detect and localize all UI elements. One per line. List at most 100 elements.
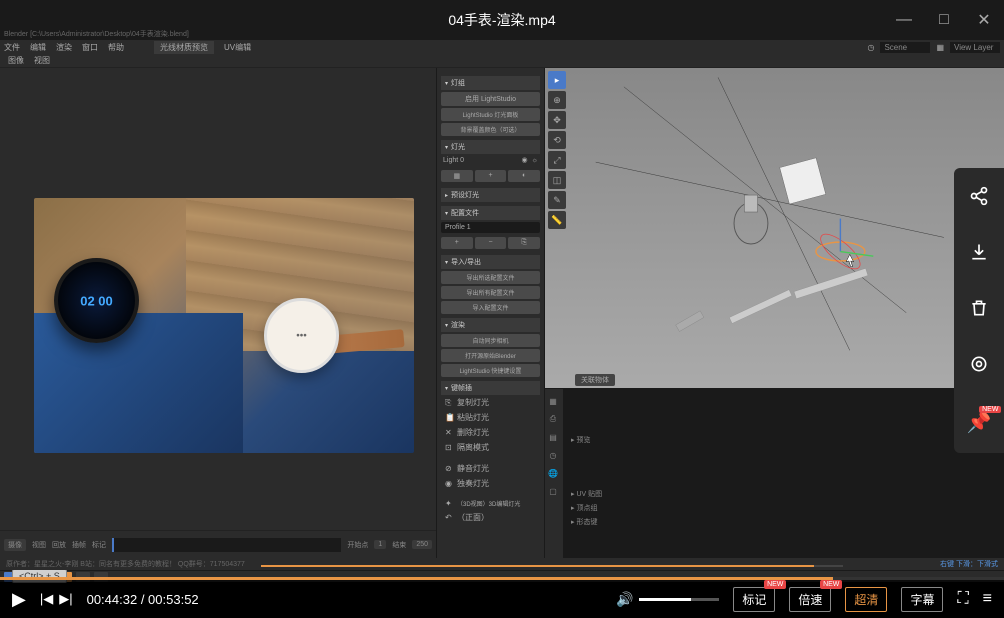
btn-prof-a[interactable]: + — [441, 237, 473, 249]
btn-open-blender[interactable]: 打开源原始Blender — [441, 349, 540, 362]
next-button[interactable]: ▶| — [59, 591, 72, 607]
btn-import[interactable]: 导入配置文件 — [441, 301, 540, 314]
menu-render[interactable]: 渲染 — [56, 42, 72, 53]
op-mute[interactable]: ⊘静音灯光 — [441, 461, 540, 476]
btn-export-all[interactable]: 导出所有配置文件 — [441, 286, 540, 299]
op-solo[interactable]: ◉独奏灯光 — [441, 476, 540, 491]
delete-button[interactable] — [969, 298, 989, 324]
btn-use-lightstudio[interactable]: 启用 LightStudio — [441, 92, 540, 106]
window-title: 04手表-渲染.mp4 — [448, 10, 555, 30]
submenu-image[interactable]: 图像 — [8, 55, 24, 66]
scene-field[interactable] — [880, 42, 930, 53]
timeline-keying[interactable]: 插帧 — [72, 540, 86, 550]
section-config[interactable]: 配置文件 — [441, 206, 540, 220]
menu-file[interactable]: 文件 — [4, 42, 20, 53]
btn-light-a[interactable]: ▦ — [441, 170, 473, 182]
fullscreen-button[interactable]: ⛶ — [957, 590, 968, 608]
timeline-ruler[interactable] — [112, 538, 341, 552]
op-isolate[interactable]: ⊡隔离模式 — [441, 440, 540, 455]
3d-viewport[interactable]: ▸ ⊕ ✥ ⟲ ⤢ ◫ ✎ 📏 — [545, 68, 1004, 388]
section-preset[interactable]: 预设灯光 — [441, 188, 540, 202]
render-output-image — [34, 198, 414, 453]
section-ops[interactable]: 键帧插 — [441, 381, 540, 395]
submenu-view[interactable]: 视图 — [34, 55, 50, 66]
frame-start[interactable]: 1 — [374, 540, 386, 549]
time-display: 00:44:32 / 00:53:52 — [87, 592, 199, 607]
settings-button[interactable] — [969, 354, 989, 380]
profile-field[interactable]: Profile 1 — [441, 222, 540, 233]
copy-icon: ⎘ — [445, 398, 453, 408]
btn-gen-shortcut[interactable]: LightStudio 快捷键设置 — [441, 364, 540, 377]
play-button[interactable]: ▶ — [12, 589, 26, 610]
panel-vertex[interactable]: ▸ 顶点组 — [567, 501, 1000, 515]
btn-quality[interactable]: 超清 — [845, 587, 887, 612]
panel-preview[interactable]: ▸ 预览 — [567, 433, 1000, 447]
menu-edit[interactable]: 编辑 — [30, 42, 46, 53]
workspace-tab-uv[interactable]: UV编辑 — [224, 42, 251, 53]
tab-view-icon[interactable]: ▤ — [545, 429, 561, 445]
isolate-icon: ⊡ — [445, 443, 453, 452]
timeline-mode[interactable]: 摄像 — [4, 539, 26, 551]
share-button[interactable] — [969, 186, 989, 212]
minimize-button[interactable]: — — [884, 0, 924, 40]
op-copy[interactable]: ⎘复制灯光 — [441, 395, 540, 410]
btn-light-b[interactable]: + — [475, 170, 507, 182]
light-toggle-icon[interactable]: ☼ — [532, 157, 538, 164]
panel-shape[interactable]: ▸ 形态键 — [567, 515, 1000, 529]
btn-light-c[interactable]: ◐ — [508, 170, 540, 182]
section-import-export[interactable]: 导入/导出 — [441, 255, 540, 269]
new-badge: NEW — [820, 580, 842, 589]
frame-end[interactable]: 250 — [412, 540, 432, 549]
properties-lower: ▦ ⎙ ▤ ◷ 🌐 ▢ 3.0 NEW ▸ 预览 ▸ UV 贴图 ▸ 顶点组 ▸… — [545, 388, 1004, 558]
new-badge: NEW — [979, 406, 1001, 413]
light-visibility-icon[interactable]: ◉ — [521, 156, 527, 164]
section-light[interactable]: 灯光 — [441, 140, 540, 154]
viewlayer-icon: ▦ — [936, 43, 944, 52]
btn-lightstudio-panel[interactable]: LightStudio 灯光面板 — [441, 108, 540, 121]
edit-icon: ✦ — [445, 499, 453, 508]
tab-scene-icon[interactable]: ◷ — [545, 447, 561, 463]
btn-prof-c[interactable]: ⎘ — [508, 237, 540, 249]
timeline-view[interactable]: 视图 — [32, 540, 46, 550]
pin-button[interactable]: 📌 NEW — [967, 410, 992, 435]
btn-sync-camera[interactable]: 自动同步相机 — [441, 334, 540, 347]
btn-bg-override[interactable]: 背景覆盖颜色（可选） — [441, 123, 540, 136]
tab-output-icon[interactable]: ⎙ — [545, 411, 561, 427]
light-name: Light 0 — [443, 157, 464, 164]
timeline-marker[interactable]: 标记 — [92, 540, 106, 550]
props-tab-icons: ▦ ⎙ ▤ ◷ 🌐 ▢ — [545, 389, 563, 558]
btn-prof-b[interactable]: − — [475, 237, 507, 249]
op-cancel[interactable]: ↶（正面） — [441, 510, 540, 525]
delete-icon: ✕ — [445, 428, 453, 437]
menu-window[interactable]: 窗口 — [82, 42, 98, 53]
menu-help[interactable]: 帮助 — [108, 42, 124, 53]
viewlayer-field[interactable] — [950, 42, 1000, 53]
light-item[interactable]: Light 0 ◉ ☼ — [441, 154, 540, 166]
btn-subtitle[interactable]: 字幕 — [901, 587, 943, 612]
tab-world-icon[interactable]: 🌐 — [545, 465, 561, 481]
maximize-button[interactable]: □ — [924, 0, 964, 40]
section-lightgroup[interactable]: 灯组 — [441, 76, 540, 90]
section-render[interactable]: 渲染 — [441, 318, 540, 332]
timeline-playback[interactable]: 回放 — [52, 540, 66, 550]
tab-object-icon[interactable]: ▢ — [545, 483, 561, 499]
volume-icon[interactable]: 🔊 — [616, 591, 633, 608]
playlist-button[interactable]: ≡ — [983, 590, 992, 608]
op-delete[interactable]: ✕删除灯光 — [441, 425, 540, 440]
tab-render-icon[interactable]: ▦ — [545, 393, 561, 409]
download-button[interactable] — [969, 242, 989, 268]
workspace-tab[interactable]: 光线材质预览 — [154, 41, 214, 54]
op-3d-edit[interactable]: ✦（3D视图）3D编辑灯光 — [441, 497, 540, 510]
prev-button[interactable]: |◀ — [40, 591, 53, 607]
op-paste[interactable]: 📋粘贴灯光 — [441, 410, 540, 425]
volume-control[interactable]: 🔊 — [616, 591, 719, 608]
close-button[interactable]: ✕ — [964, 0, 1004, 40]
video-player-controls: ▶ |◀ ▶| 00:44:32 / 00:53:52 🔊 标记 NEW 倍速 … — [0, 580, 1004, 618]
volume-slider[interactable] — [639, 598, 719, 601]
panel-uv[interactable]: ▸ UV 贴图 — [567, 487, 1000, 501]
btn-mark[interactable]: 标记 NEW — [733, 587, 775, 612]
cancel-icon: ↶ — [445, 513, 453, 522]
btn-speed[interactable]: 倍速 NEW — [789, 587, 831, 612]
btn-export-selected[interactable]: 导出所选配置文件 — [441, 271, 540, 284]
timeline[interactable]: 摄像 视图 回放 插帧 标记 开始点 1 结束 250 — [0, 530, 436, 558]
